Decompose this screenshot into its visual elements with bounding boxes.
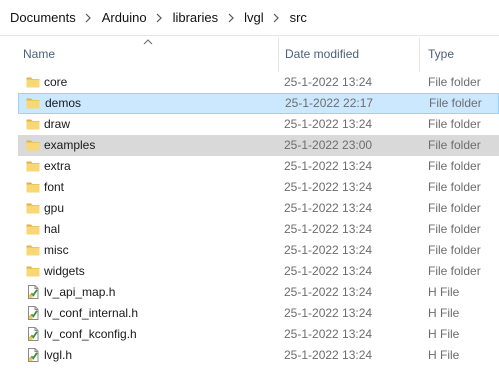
folder-icon xyxy=(26,138,40,152)
item-type: File folder xyxy=(428,159,481,173)
header-file-icon xyxy=(26,327,40,341)
folder-icon xyxy=(26,75,40,89)
breadcrumb-arduino[interactable]: Arduino xyxy=(101,8,148,27)
item-date-modified: 25-1-2022 13:24 xyxy=(284,180,373,194)
list-item[interactable]: misc 25-1-2022 13:24 File folder xyxy=(18,240,499,261)
list-item[interactable]: examples 25-1-2022 23:00 File folder xyxy=(18,135,499,156)
item-name: lv_api_map.h xyxy=(44,285,116,299)
item-date-modified: 25-1-2022 13:24 xyxy=(284,264,373,278)
item-date-modified: 25-1-2022 13:24 xyxy=(284,117,373,131)
header-file-icon xyxy=(26,306,40,320)
item-date-modified: 25-1-2022 13:24 xyxy=(284,285,373,299)
column-header-date-modified[interactable]: Date modified xyxy=(285,36,359,72)
breadcrumb-documents[interactable]: Documents xyxy=(9,8,77,27)
item-name: examples xyxy=(44,138,96,152)
item-type: File folder xyxy=(428,117,481,131)
chevron-right-icon[interactable] xyxy=(265,13,289,23)
item-type: File folder xyxy=(428,75,481,89)
item-name: gpu xyxy=(44,201,65,215)
list-item[interactable]: lv_conf_kconfig.h 25-1-2022 13:24 H File xyxy=(18,324,499,345)
item-name: extra xyxy=(44,159,71,173)
item-type: File folder xyxy=(428,138,481,152)
item-date-modified: 25-1-2022 13:24 xyxy=(284,201,373,215)
list-item[interactable]: lv_api_map.h 25-1-2022 13:24 H File xyxy=(18,282,499,303)
list-item[interactable]: lv_conf_internal.h 25-1-2022 13:24 H File xyxy=(18,303,499,324)
chevron-right-icon[interactable] xyxy=(77,13,101,23)
item-name: demos xyxy=(45,96,82,110)
item-type: H File xyxy=(428,348,460,362)
item-type: H File xyxy=(428,285,460,299)
item-date-modified: 25-1-2022 13:24 xyxy=(284,222,373,236)
list-item[interactable]: font 25-1-2022 13:24 File folder xyxy=(18,177,499,198)
list-item[interactable]: gpu 25-1-2022 13:24 File folder xyxy=(18,198,499,219)
item-date-modified: 25-1-2022 13:24 xyxy=(284,159,373,173)
address-bar[interactable]: Documents Arduino libraries lvgl src xyxy=(0,0,499,36)
list-item[interactable]: lvgl.h 25-1-2022 13:24 H File xyxy=(18,345,499,366)
file-explorer-window: Documents Arduino libraries lvgl src Nam… xyxy=(0,0,499,378)
item-date-modified: 25-1-2022 13:24 xyxy=(284,243,373,257)
item-type: File folder xyxy=(428,222,481,236)
folder-icon xyxy=(26,201,40,215)
folder-icon xyxy=(26,264,40,278)
folder-icon xyxy=(26,159,40,173)
list-item[interactable]: draw 25-1-2022 13:24 File folder xyxy=(18,114,499,135)
folder-icon xyxy=(26,96,40,110)
chevron-right-icon[interactable] xyxy=(148,13,172,23)
item-type: H File xyxy=(428,306,460,320)
list-item[interactable]: widgets 25-1-2022 13:24 File folder xyxy=(18,261,499,282)
sort-ascending-icon xyxy=(143,39,153,45)
item-name: lv_conf_kconfig.h xyxy=(44,327,137,341)
breadcrumb-lvgl[interactable]: lvgl xyxy=(243,8,265,27)
item-name: misc xyxy=(44,243,69,257)
item-name: draw xyxy=(44,117,71,131)
item-type: File folder xyxy=(428,243,481,257)
item-name: lv_conf_internal.h xyxy=(44,306,139,320)
column-header-name[interactable]: Name xyxy=(23,36,55,72)
breadcrumb-libraries[interactable]: libraries xyxy=(172,8,220,27)
header-file-icon xyxy=(26,285,40,299)
item-name: widgets xyxy=(44,264,85,278)
item-name: core xyxy=(44,75,68,89)
column-header: Name Date modified Type xyxy=(0,36,499,72)
list-item[interactable]: hal 25-1-2022 13:24 File folder xyxy=(18,219,499,240)
item-date-modified: 25-1-2022 13:24 xyxy=(284,348,373,362)
list-item[interactable]: core 25-1-2022 13:24 File folder xyxy=(18,72,499,93)
column-header-type[interactable]: Type xyxy=(428,36,454,72)
item-date-modified: 25-1-2022 13:24 xyxy=(284,306,373,320)
item-name: lvgl.h xyxy=(44,348,73,362)
item-type: H File xyxy=(428,327,460,341)
list-item[interactable]: extra 25-1-2022 13:24 File folder xyxy=(18,156,499,177)
item-type: File folder xyxy=(428,264,481,278)
folder-icon xyxy=(26,222,40,236)
item-date-modified: 25-1-2022 13:24 xyxy=(284,75,373,89)
header-file-icon xyxy=(26,348,40,362)
column-divider[interactable] xyxy=(278,38,279,72)
folder-icon xyxy=(26,180,40,194)
item-date-modified: 25-1-2022 22:17 xyxy=(285,96,374,110)
item-date-modified: 25-1-2022 23:00 xyxy=(284,138,373,152)
breadcrumb-src[interactable]: src xyxy=(289,8,308,27)
folder-icon xyxy=(26,243,40,257)
folder-icon xyxy=(26,117,40,131)
column-divider[interactable] xyxy=(419,38,420,72)
item-name: hal xyxy=(44,222,61,236)
item-date-modified: 25-1-2022 13:24 xyxy=(284,327,373,341)
item-type: File folder xyxy=(429,96,482,110)
item-name: font xyxy=(44,180,65,194)
list-item[interactable]: demos 25-1-2022 22:17 File folder xyxy=(18,93,499,114)
chevron-right-icon[interactable] xyxy=(219,13,243,23)
item-type: File folder xyxy=(428,201,481,215)
item-type: File folder xyxy=(428,180,481,194)
